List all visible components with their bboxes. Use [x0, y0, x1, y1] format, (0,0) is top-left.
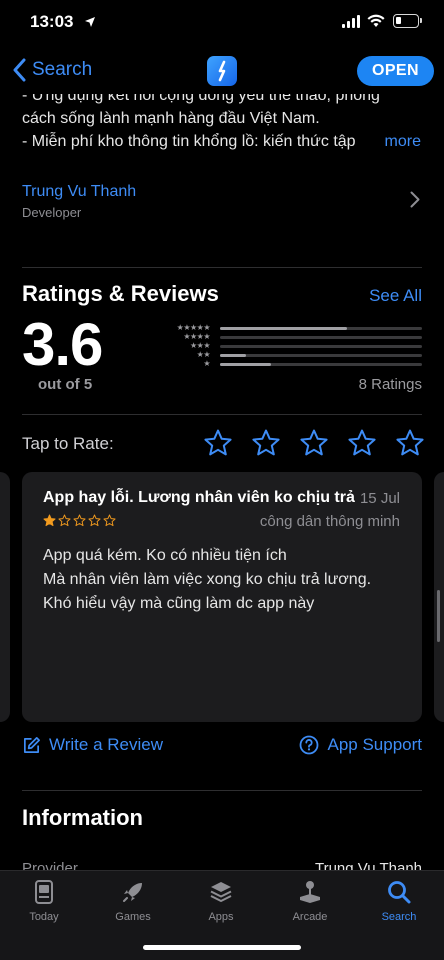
tab-search-label: Search: [381, 911, 417, 923]
nav-bar: Search OPEN: [0, 48, 444, 94]
histogram-row: ★: [166, 360, 422, 369]
rate-star-5-icon[interactable]: [395, 428, 425, 458]
review-star-rating: [43, 514, 116, 527]
open-button[interactable]: OPEN: [357, 56, 434, 86]
tab-apps-label: Apps: [208, 911, 234, 923]
developer-name: Trung Vu Thanh: [22, 183, 137, 200]
app-description: - Ứng dụng kết nối cộng đồng yêu thể tha…: [22, 84, 422, 153]
histogram-track: [220, 363, 422, 366]
rocket-icon: [123, 883, 142, 902]
histogram-track: [220, 345, 422, 348]
divider: [22, 790, 422, 791]
developer-role: Developer: [22, 205, 82, 220]
divider: [22, 414, 422, 415]
review-card[interactable]: App hay lỗi. Lương nhân viên ko chịu trả…: [22, 472, 422, 722]
histogram-stars: ★★: [196, 350, 211, 359]
review-body-line: Mà nhân viên làm việc xong ko chịu trả l…: [43, 571, 372, 588]
write-review-button[interactable]: Write a Review: [22, 735, 163, 755]
tab-games-label: Games: [115, 911, 151, 923]
description-line: cách sống lành mạnh hàng đầu Việt Nam.: [22, 110, 320, 127]
developer-row[interactable]: Trung Vu Thanh Developer: [22, 183, 422, 227]
see-all-link[interactable]: See All: [369, 286, 422, 306]
review-body: App quá kém. Ko có nhiều tiện ích Mà nhâ…: [43, 544, 403, 616]
histogram-track: [220, 336, 422, 339]
app-support-button[interactable]: App Support: [299, 735, 422, 755]
star-empty-icon: [73, 514, 86, 527]
information-title: Information: [22, 805, 143, 830]
more-link[interactable]: more: [385, 130, 421, 153]
joystick-icon: [300, 881, 320, 903]
review-title: App hay lỗi. Lương nhân viên ko chịu trả: [43, 489, 355, 506]
histogram-stars: ★: [203, 359, 210, 368]
scroll-indicator[interactable]: [437, 590, 440, 642]
ratings-title: Ratings & Reviews: [22, 281, 219, 306]
home-indicator[interactable]: [143, 945, 301, 950]
histogram-track: [220, 354, 422, 357]
tab-search[interactable]: Search: [359, 879, 439, 923]
histogram-track: [220, 327, 422, 330]
histogram-stars: ★★★★★: [176, 323, 211, 332]
cellular-signal-icon: [342, 15, 360, 28]
chevron-right-icon: [410, 191, 420, 208]
stack-icon: [210, 882, 232, 902]
rating-histogram: ★★★★★ ★★★★ ★★★ ★★ ★: [166, 324, 422, 370]
rate-star-3-icon[interactable]: [299, 428, 329, 458]
status-bar: 13:03: [0, 0, 444, 48]
write-review-label: Write a Review: [49, 735, 163, 754]
tab-apps[interactable]: Apps: [181, 879, 261, 923]
tab-arcade[interactable]: Arcade: [270, 879, 350, 923]
app-logo-icon: [218, 60, 226, 82]
chevron-left-icon: [13, 58, 26, 82]
app-icon: [207, 56, 237, 86]
wifi-icon: [367, 14, 385, 27]
status-time: 13:03: [30, 12, 74, 31]
review-date: 15 Jul: [359, 490, 400, 507]
previous-review-card[interactable]: [0, 472, 10, 722]
histogram-fill: [220, 363, 271, 366]
ratings-count: 8 Ratings: [358, 376, 422, 393]
back-button[interactable]: Search: [12, 58, 92, 82]
compose-icon: [23, 736, 40, 753]
review-body-line: Khó hiểu vậy mà cũng làm dc app này: [43, 595, 315, 612]
rate-star-4-icon[interactable]: [347, 428, 377, 458]
histogram-stars: ★★★★: [183, 332, 210, 341]
tab-games[interactable]: Games: [93, 879, 173, 923]
divider: [22, 267, 422, 268]
tab-today[interactable]: Today: [4, 879, 84, 923]
star-empty-icon: [58, 514, 71, 527]
today-icon: [35, 880, 53, 904]
tab-arcade-label: Arcade: [292, 911, 328, 923]
review-body-line: App quá kém. Ko có nhiều tiện ích: [43, 547, 287, 564]
rate-star-1-icon[interactable]: [203, 428, 233, 458]
description-line: - Miễn phí kho thông tin khổng lồ: kiến …: [22, 133, 356, 150]
app-support-label: App Support: [327, 735, 422, 754]
histogram-fill: [220, 327, 348, 330]
tap-to-rate-stars: [203, 428, 425, 458]
histogram-stars: ★★★: [189, 341, 211, 350]
search-icon: [388, 881, 411, 904]
histogram-fill: [220, 354, 247, 357]
star-filled-icon: [43, 514, 56, 527]
star-empty-icon: [88, 514, 101, 527]
question-circle-icon: [300, 735, 319, 755]
review-author: công dân thông minh: [259, 513, 400, 530]
average-rating: 3.6: [22, 311, 103, 378]
back-label: Search: [32, 59, 93, 80]
star-empty-icon: [103, 514, 116, 527]
location-arrow-icon: [85, 17, 95, 27]
rate-star-2-icon[interactable]: [251, 428, 281, 458]
tab-today-label: Today: [29, 911, 59, 923]
tap-to-rate-label: Tap to Rate:: [22, 434, 114, 453]
out-of-label: out of 5: [38, 376, 93, 393]
battery-icon: [393, 14, 422, 28]
